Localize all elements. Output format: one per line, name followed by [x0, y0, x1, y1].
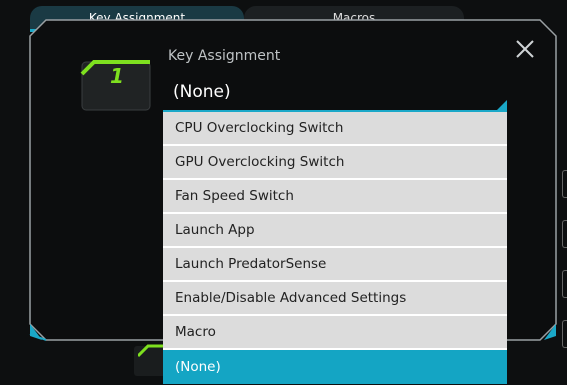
dropdown-corner-icon [495, 100, 507, 112]
key-assignment-dropdown-list: CPU Overclocking Switch GPU Overclocking… [163, 112, 507, 384]
key-assignment-select[interactable]: (None) [163, 76, 507, 112]
key-assignment-label: Key Assignment [168, 48, 281, 64]
background-accent [138, 344, 164, 358]
close-icon[interactable] [514, 38, 536, 60]
dropdown-option-launch-app[interactable]: Launch App [163, 214, 507, 248]
dropdown-option-launch-predatorsense[interactable]: Launch PredatorSense [163, 248, 507, 282]
dropdown-option-fan-speed[interactable]: Fan Speed Switch [163, 180, 507, 214]
dropdown-option-advanced-settings[interactable]: Enable/Disable Advanced Settings [163, 282, 507, 316]
dropdown-option-none[interactable]: (None) [163, 350, 507, 384]
dropdown-option-cpu-overclocking[interactable]: CPU Overclocking Switch [163, 112, 507, 146]
background-key-edges [561, 170, 567, 370]
dropdown-option-gpu-overclocking[interactable]: GPU Overclocking Switch [163, 146, 507, 180]
key-label: 1 [110, 64, 124, 88]
selected-value: (None) [173, 82, 231, 102]
dropdown-option-macro[interactable]: Macro [163, 316, 507, 350]
